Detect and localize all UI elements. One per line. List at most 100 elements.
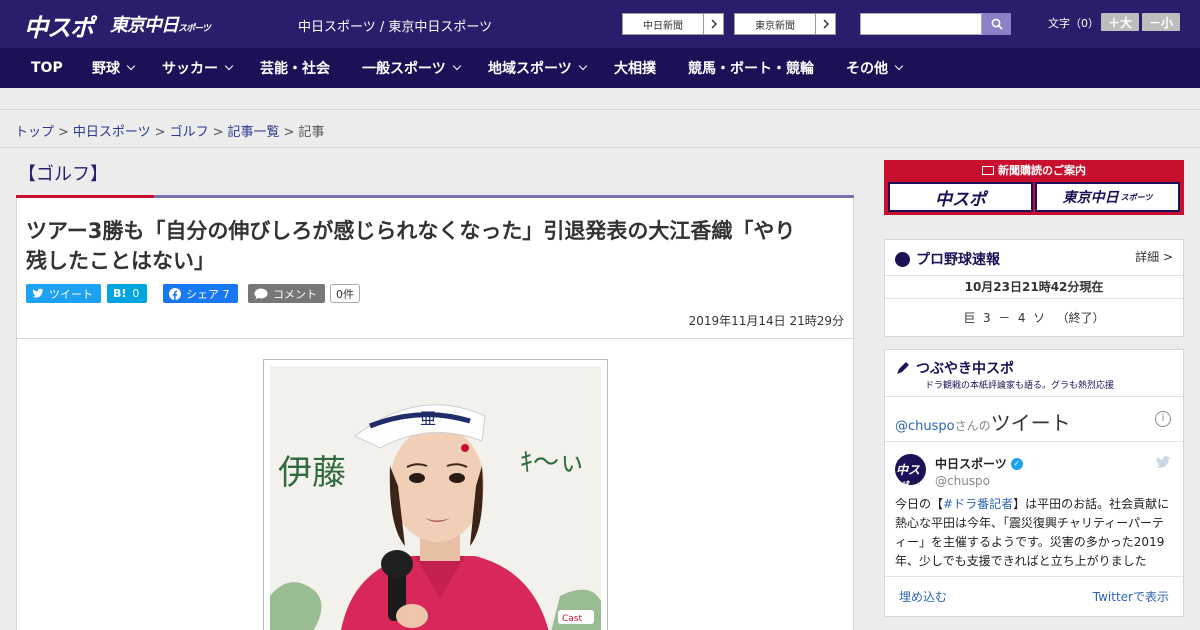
hatena-bookmark-button[interactable]: B! 0 — [107, 284, 148, 303]
top-header: 中スポ 東京中日スポーツ 中日スポーツ / 東京中日スポーツ 中日新聞 東京新聞… — [0, 0, 1200, 48]
main-nav: TOP 野球 サッカー 芸能・社会 一般スポーツ 地域スポーツ 大相撲 競馬・ボ… — [0, 48, 1200, 88]
tweet-button[interactable]: ツイート — [26, 284, 101, 303]
breadcrumb-link-article-list[interactable]: 記事一覧 — [228, 125, 280, 140]
chevron-down-icon — [578, 61, 587, 71]
nav-item-other[interactable]: その他 — [846, 48, 904, 88]
svg-text:亜: 亜 — [420, 409, 436, 428]
info-icon[interactable]: i — [1155, 411, 1171, 427]
spacer-strip — [0, 88, 1200, 110]
nav-item-top[interactable]: TOP — [31, 48, 63, 88]
facebook-icon — [169, 287, 181, 300]
twitter-bird-icon — [1155, 456, 1171, 468]
breadcrumb-link-top[interactable]: トップ — [15, 125, 54, 140]
nav-item-local-sports[interactable]: 地域スポーツ — [488, 48, 587, 88]
article-category: 【ゴルフ】 — [18, 164, 108, 185]
tokyo-chunichi-logo[interactable]: 東京中日スポーツ — [110, 11, 211, 37]
tweet-user-handle[interactable]: @chuspo — [935, 474, 990, 488]
breadcrumb-link-chunichi-sports[interactable]: 中日スポーツ — [73, 125, 151, 140]
tsubuyaki-title: つぶやき中スポ — [916, 361, 1014, 377]
article-date: 2019年11月14日 21時29分 — [688, 314, 844, 328]
nav-item-baseball[interactable]: 野球 — [92, 48, 136, 88]
baseball-widget-title: プロ野球速報 — [916, 252, 1000, 268]
subscription-title: 新聞購読のご案内 — [884, 162, 1184, 178]
nav-item-soccer[interactable]: サッカー — [162, 48, 234, 88]
avatar-logo-text: 中スポ — [896, 463, 921, 485]
article-photo[interactable]: 伊藤 ｷ～ぃ Cast 亜 — [270, 366, 601, 630]
hatena-bookmark-icon: B! — [113, 287, 127, 300]
comment-count-badge: 0件 — [330, 284, 360, 303]
twitter-tweets-label: ツイート — [990, 411, 1071, 435]
baseball-score[interactable]: 巨 3 － 4 ソ （終了） — [885, 309, 1183, 326]
subscribe-tokyo-chunichi-sub: スポーツ — [1120, 192, 1153, 202]
search-button[interactable] — [982, 13, 1011, 35]
golfer-press-conference-image: 伊藤 ｷ～ぃ Cast 亜 — [270, 366, 601, 630]
font-size-decrease-button[interactable]: －小 — [1142, 13, 1180, 31]
tsubuyaki-widget: つぶやき中スポ ドラ観戦の本紙評論家も語る。グラも熱烈応援 @chuspo さん… — [884, 349, 1184, 617]
facebook-share-button[interactable]: シェア 7 — [163, 284, 238, 303]
tweet-user-name[interactable]: 中日スポーツ — [935, 455, 1007, 472]
nav-item-label: 大相撲 — [614, 61, 656, 77]
nav-item-general-sports[interactable]: 一般スポーツ — [362, 48, 461, 88]
twitter-bird-icon — [32, 288, 44, 298]
chuspo-logo[interactable]: 中スポ — [24, 8, 94, 43]
nav-item-label: 競馬・ボート・競輪 — [688, 61, 814, 77]
breadcrumb-current: 記事 — [298, 125, 325, 140]
subscription-title-text: 新聞購読のご案内 — [998, 164, 1086, 177]
svg-text:Cast: Cast — [562, 614, 582, 624]
chevron-right-icon — [815, 14, 835, 34]
chevron-down-icon — [894, 61, 904, 71]
chunichi-shimbun-button[interactable]: 中日新聞 — [622, 13, 724, 35]
speech-bubble-icon — [254, 288, 268, 299]
subscribe-tokyo-chunichi-label: 東京中日 — [1062, 190, 1119, 206]
breadcrumb-separator: > — [154, 125, 166, 140]
nav-item-label: 芸能・社会 — [260, 61, 330, 77]
headline-line-2: 残したことはない」 — [26, 249, 215, 273]
nav-item-label: 地域スポーツ — [488, 61, 572, 77]
subscribe-tokyo-chunichi-button[interactable]: 東京中日 スポーツ — [1035, 182, 1180, 212]
article-headline: ツアー3勝も「自分の伸びしろが感じられなくなった」引退発表の大江香織「やり 残し… — [26, 216, 848, 276]
font-size-label: 文字（0） — [1048, 17, 1099, 30]
chevron-down-icon — [452, 61, 461, 71]
twitter-timeline-header: @chuspo さんの ツイート i — [885, 396, 1183, 442]
svg-text:ｷ～ぃ: ｷ～ぃ — [520, 448, 585, 478]
headline-line-1: ツアー3勝も「自分の伸びしろが感じられなくなった」引退発表の大江香織「やり — [26, 219, 796, 243]
nav-item-label: 一般スポーツ — [362, 61, 446, 77]
baseball-score-widget: プロ野球速報 詳細 > 10月23日21時42分現在 巨 3 － 4 ソ （終了… — [884, 239, 1184, 337]
site-links[interactable]: 中日スポーツ / 東京中日スポーツ — [298, 16, 492, 35]
newspaper-icon — [982, 166, 994, 175]
font-size-increase-button[interactable]: ＋大 — [1101, 13, 1139, 31]
breadcrumb-separator: > — [58, 125, 69, 140]
backdrop-sponsor-text: 伊藤 — [278, 453, 346, 493]
comment-button[interactable]: コメント — [248, 284, 325, 303]
twitter-handle-link[interactable]: @chuspo — [895, 419, 955, 434]
nav-item-sumo[interactable]: 大相撲 — [614, 48, 656, 88]
nav-item-label: 野球 — [92, 61, 120, 77]
breadcrumb-separator: > — [283, 125, 295, 140]
tweet-label: ツイート — [49, 287, 93, 301]
subscribe-chuspo-button[interactable]: 中スポ — [888, 182, 1033, 212]
comment-label: コメント — [273, 287, 317, 301]
baseball-updated: 10月23日21時42分現在 — [885, 275, 1183, 299]
avatar[interactable]: 中スポ — [895, 454, 926, 485]
baseball-icon — [895, 251, 910, 267]
baseball-detail-link[interactable]: 詳細 > — [1135, 248, 1173, 265]
view-on-twitter-link[interactable]: Twitterで表示 — [1093, 588, 1169, 605]
tokyo-shimbun-button[interactable]: 東京新聞 — [734, 13, 836, 35]
tokyo-chunichi-logo-text: 東京中日 — [110, 15, 179, 36]
chevron-down-icon — [224, 61, 234, 71]
breadcrumb-link-golf[interactable]: ゴルフ — [170, 125, 209, 140]
twitter-handle-suffix: さんの — [954, 419, 991, 433]
pen-icon — [897, 362, 909, 374]
tokyo-chunichi-logo-sub: スポーツ — [178, 24, 211, 34]
embed-link[interactable]: 埋め込む — [899, 588, 947, 605]
search-input[interactable] — [860, 13, 982, 35]
tweet-text: 今日の【#ドラ番記者】は平田のお話。社会貢献に熱心な平田は今年、「震災復興チャリ… — [895, 495, 1175, 569]
chevron-down-icon — [126, 61, 136, 71]
breadcrumb-separator: > — [212, 125, 224, 140]
search-icon — [991, 18, 1003, 30]
nav-item-label: サッカー — [162, 61, 218, 77]
nav-item-racing[interactable]: 競馬・ボート・競輪 — [688, 48, 814, 88]
tweet-hashtag-link[interactable]: #ドラ番記者 — [943, 497, 1013, 511]
tokyo-shimbun-label: 東京新聞 — [755, 20, 795, 32]
nav-item-entertainment[interactable]: 芸能・社会 — [260, 48, 330, 88]
